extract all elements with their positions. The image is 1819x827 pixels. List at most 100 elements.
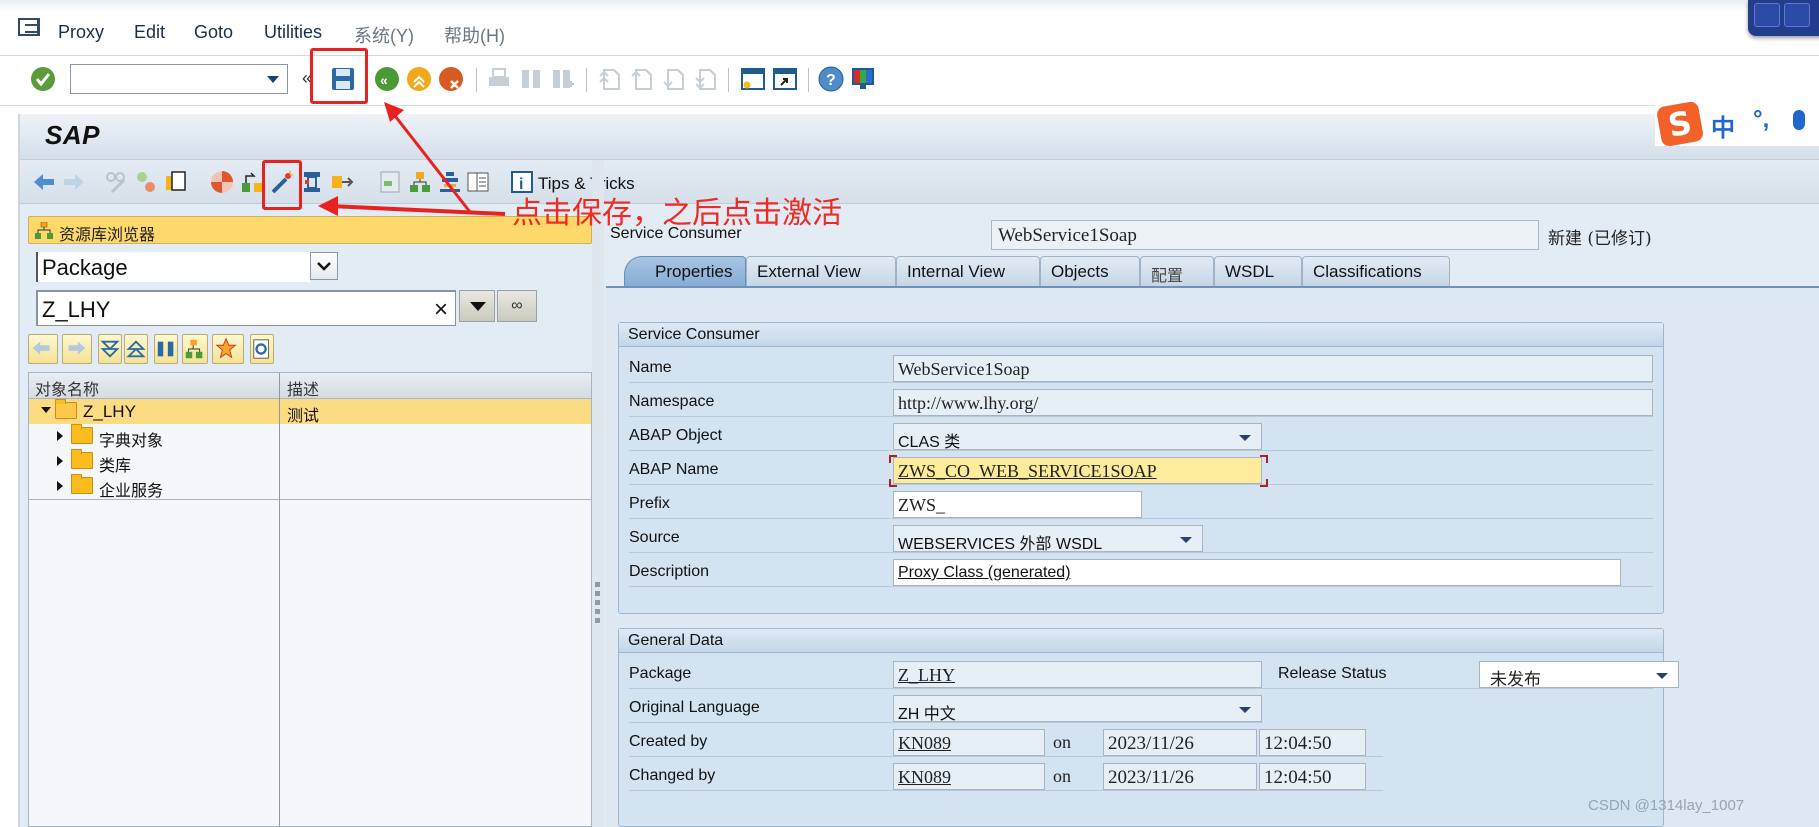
nav-back-button[interactable] — [28, 334, 58, 364]
hierarchy-icon[interactable] — [408, 170, 432, 194]
package-value[interactable]: Z_LHY — [898, 665, 955, 686]
tab-external-view[interactable]: External View — [746, 256, 896, 286]
system-menu-icon[interactable] — [18, 18, 40, 36]
command-field-dropdown-icon[interactable] — [267, 76, 279, 83]
source-select[interactable]: WEBSERVICES 外部 WSDL — [893, 525, 1203, 553]
ime-punctuation[interactable]: °, — [1753, 106, 1769, 134]
tab-objects[interactable]: Objects — [1040, 256, 1140, 286]
dropdown-arrow-icon[interactable] — [1239, 435, 1251, 441]
object-history-dropdown-button[interactable] — [459, 290, 495, 322]
tree-node-label[interactable]: Z_LHY — [83, 402, 136, 422]
tree-row[interactable]: Z_LHY 测试 — [29, 399, 591, 425]
object-type-dropdown-button[interactable] — [310, 252, 338, 280]
copy-object-icon[interactable] — [164, 170, 188, 194]
shortcut-icon[interactable] — [772, 66, 798, 92]
tree-row[interactable]: 企业服务 — [29, 474, 591, 501]
cancel-icon[interactable] — [438, 66, 464, 92]
back-icon[interactable]: « — [374, 66, 400, 92]
sogou-logo-icon[interactable]: S — [1655, 100, 1705, 148]
tab-internal-view[interactable]: Internal View — [896, 256, 1040, 286]
previous-page-icon[interactable] — [628, 66, 654, 92]
tree-row[interactable]: 字典对象 — [29, 424, 591, 451]
clear-icon[interactable]: × — [434, 296, 448, 324]
menu-system[interactable]: 系统(Y) — [354, 22, 414, 48]
column-divider[interactable] — [279, 373, 280, 826]
object-type-select[interactable]: Package — [36, 252, 310, 282]
dropdown-arrow-icon[interactable] — [1656, 673, 1668, 679]
navigate-icon[interactable] — [330, 170, 354, 194]
column-description[interactable]: 描述 — [287, 376, 319, 400]
help-icon[interactable]: ? — [818, 66, 844, 92]
tree-row[interactable]: 类库 — [29, 449, 591, 476]
nav-forward-button[interactable] — [62, 334, 92, 364]
minimize-button[interactable] — [1754, 3, 1780, 27]
hierarchy-up-button[interactable] — [182, 334, 208, 364]
expand-icon[interactable] — [57, 456, 63, 466]
changed-on-label: on — [1053, 766, 1071, 786]
display-change-icon[interactable] — [104, 170, 128, 194]
find-icon[interactable] — [518, 66, 544, 92]
other-object-icon[interactable] — [134, 170, 158, 194]
favorites-button[interactable] — [212, 334, 244, 364]
last-page-icon[interactable] — [692, 66, 718, 92]
info-list-icon[interactable] — [466, 170, 490, 194]
changed-by-user[interactable]: KN089 — [898, 767, 951, 788]
new-session-icon[interactable] — [740, 66, 766, 92]
panel-splitter[interactable] — [592, 160, 604, 827]
chevron-down-icon — [317, 262, 331, 271]
abap-name-value[interactable]: ZWS_CO_WEB_SERVICE1SOAP — [898, 461, 1157, 482]
refresh-button[interactable] — [250, 334, 274, 364]
tree-node-label[interactable]: 字典对象 — [99, 427, 163, 451]
service-consumer-editor: Service Consumer WebService1Soap 新建 (已修订… — [606, 216, 1819, 827]
where-used-icon[interactable] — [240, 170, 264, 194]
description-input[interactable]: Proxy Class (generated) — [893, 559, 1621, 586]
forward-arrow-icon[interactable] — [62, 170, 86, 194]
dropdown-arrow-icon[interactable] — [1239, 707, 1251, 713]
menu-help[interactable]: 帮助(H) — [444, 22, 505, 48]
object-list-icon[interactable] — [378, 170, 402, 194]
enter-icon[interactable] — [30, 66, 56, 92]
abap-name-input[interactable]: ZWS_CO_WEB_SERVICE1SOAP — [893, 457, 1262, 484]
tree-node-label[interactable]: 企业服务 — [99, 477, 163, 501]
find-button[interactable] — [154, 334, 178, 364]
test-icon[interactable] — [300, 170, 324, 194]
stack-icon[interactable] — [438, 170, 462, 194]
next-page-icon[interactable] — [660, 66, 686, 92]
release-status-select[interactable]: 未发布 — [1479, 661, 1679, 689]
object-tree: 对象名称 描述 Z_LHY 测试 字典对象 类库 企业服务 — [28, 372, 592, 827]
repository-browser-header[interactable]: 资源库浏览器 — [28, 216, 592, 244]
find-next-icon[interactable] — [550, 66, 576, 92]
prefix-input[interactable]: ZWS_ — [893, 491, 1142, 518]
created-by-user[interactable]: KN089 — [898, 733, 951, 754]
menu-goto[interactable]: Goto — [194, 22, 233, 43]
column-object-name[interactable]: 对象名称 — [35, 376, 99, 400]
abap-object-select[interactable]: CLAS 类 — [893, 423, 1262, 451]
ime-mode[interactable]: 中 — [1711, 108, 1735, 143]
expand-icon[interactable] — [57, 431, 63, 441]
display-glasses-button[interactable]: ∞ — [497, 290, 537, 322]
collapse-icon[interactable] — [41, 407, 51, 413]
tree-node-label[interactable]: 类库 — [99, 452, 131, 476]
original-language-select[interactable]: ZH 中文 — [893, 695, 1262, 723]
menu-utilities[interactable]: Utilities — [264, 22, 322, 43]
check-icon[interactable] — [210, 170, 234, 194]
tab-configuration[interactable]: 配置 — [1140, 256, 1214, 286]
back-arrow-icon[interactable] — [32, 170, 56, 194]
expand-all-button[interactable] — [98, 334, 122, 364]
command-field[interactable] — [70, 64, 288, 94]
print-icon[interactable] — [486, 66, 512, 92]
customize-layout-icon[interactable] — [850, 66, 876, 92]
menu-edit[interactable]: Edit — [134, 22, 165, 43]
tab-properties[interactable]: Properties — [624, 256, 746, 286]
microphone-icon[interactable] — [1793, 110, 1805, 130]
expand-icon[interactable] — [57, 481, 63, 491]
exit-icon[interactable] — [406, 66, 432, 92]
collapse-all-button[interactable] — [124, 334, 148, 364]
tab-classifications[interactable]: Classifications — [1302, 256, 1450, 286]
dropdown-arrow-icon[interactable] — [1180, 537, 1192, 543]
restore-button[interactable] — [1784, 3, 1810, 27]
object-name-input[interactable]: Z_LHY × — [36, 290, 456, 326]
first-page-icon[interactable] — [596, 66, 622, 92]
menu-proxy[interactable]: Proxy — [58, 22, 104, 43]
tab-wsdl[interactable]: WSDL — [1214, 256, 1302, 286]
